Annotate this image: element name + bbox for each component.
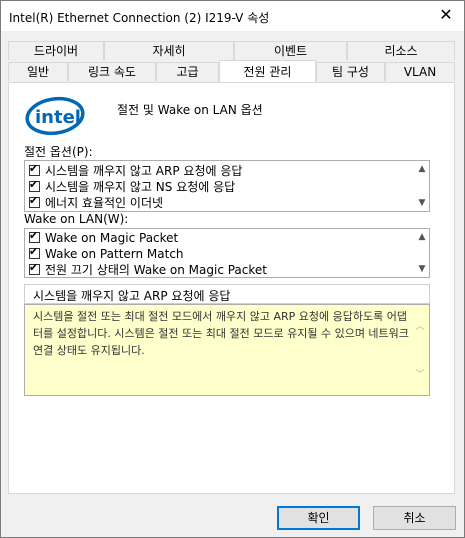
check-icon: ✔: [29, 194, 39, 207]
power-options-label: 절전 옵션(P):: [24, 145, 93, 159]
check-icon: ✔: [29, 178, 39, 191]
tab-advanced[interactable]: 고급: [156, 62, 219, 81]
chevron-up-icon[interactable]: ︿: [415, 319, 425, 332]
intel-logo-text: intel: [35, 107, 81, 128]
tab-driver[interactable]: 드라이버: [8, 41, 104, 60]
scroll-up-icon[interactable]: ▲: [417, 165, 427, 174]
wol-options-label: Wake on LAN(W):: [24, 212, 129, 226]
title-bar: Intel(R) Ethernet Connection (2) I219-V …: [1, 1, 464, 31]
checkbox[interactable]: ✔: [29, 162, 40, 176]
checkbox[interactable]: ✔: [29, 178, 40, 192]
description-text: 시스템을 절전 또는 최대 절전 모드에서 깨우지 않고 ARP 요청에 응답하…: [33, 310, 409, 357]
check-icon: ✔: [29, 261, 39, 274]
check-icon: ✔: [29, 245, 39, 258]
wol-options-list: ✔ Wake on Magic Packet ✔ Wake on Pattern…: [24, 228, 430, 278]
tab-vlan[interactable]: VLAN: [385, 62, 455, 81]
scroll-up-icon[interactable]: ▲: [417, 233, 427, 242]
cancel-button[interactable]: 취소: [373, 506, 456, 530]
panel-header: 절전 및 Wake on LAN 옵션: [117, 103, 263, 117]
description-box: 시스템을 절전 또는 최대 절전 모드에서 깨우지 않고 ARP 요청에 응답하…: [24, 304, 430, 396]
tab-details[interactable]: 자세히: [104, 41, 234, 60]
tab-link-speed[interactable]: 링크 속도: [68, 62, 156, 81]
checkbox[interactable]: ✔: [29, 229, 40, 243]
ok-button[interactable]: 확인: [277, 506, 360, 530]
checkbox[interactable]: ✔: [29, 194, 40, 208]
tab-events[interactable]: 이벤트: [234, 41, 347, 60]
window-title: Intel(R) Ethernet Connection (2) I219-V …: [9, 11, 270, 25]
power-options-list: ✔ 시스템을 깨우지 않고 ARP 요청에 응답 ✔ 시스템을 깨우지 않고 N…: [24, 160, 430, 212]
description-title: 시스템을 깨우지 않고 ARP 요청에 응답: [33, 289, 231, 303]
intel-logo: intel: [25, 96, 85, 136]
scroll-down-icon[interactable]: ▼: [417, 265, 427, 274]
tab-resources[interactable]: 리소스: [347, 41, 455, 60]
scroll-down-icon[interactable]: ▼: [417, 199, 427, 208]
description-scrollbar[interactable]: ︿ ﹀: [411, 305, 429, 395]
checkbox[interactable]: ✔: [29, 261, 40, 275]
check-icon: ✔: [29, 162, 39, 175]
tab-general[interactable]: 일반: [8, 62, 68, 81]
check-icon: ✔: [29, 229, 39, 242]
checkbox[interactable]: ✔: [29, 245, 40, 259]
tab-power-management[interactable]: 전원 관리: [219, 60, 316, 82]
tab-teaming[interactable]: 팀 구성: [316, 62, 385, 81]
close-icon[interactable]: ✕: [438, 7, 454, 23]
chevron-down-icon[interactable]: ﹀: [415, 367, 425, 380]
description-title-box: 시스템을 깨우지 않고 ARP 요청에 응답: [24, 284, 430, 304]
